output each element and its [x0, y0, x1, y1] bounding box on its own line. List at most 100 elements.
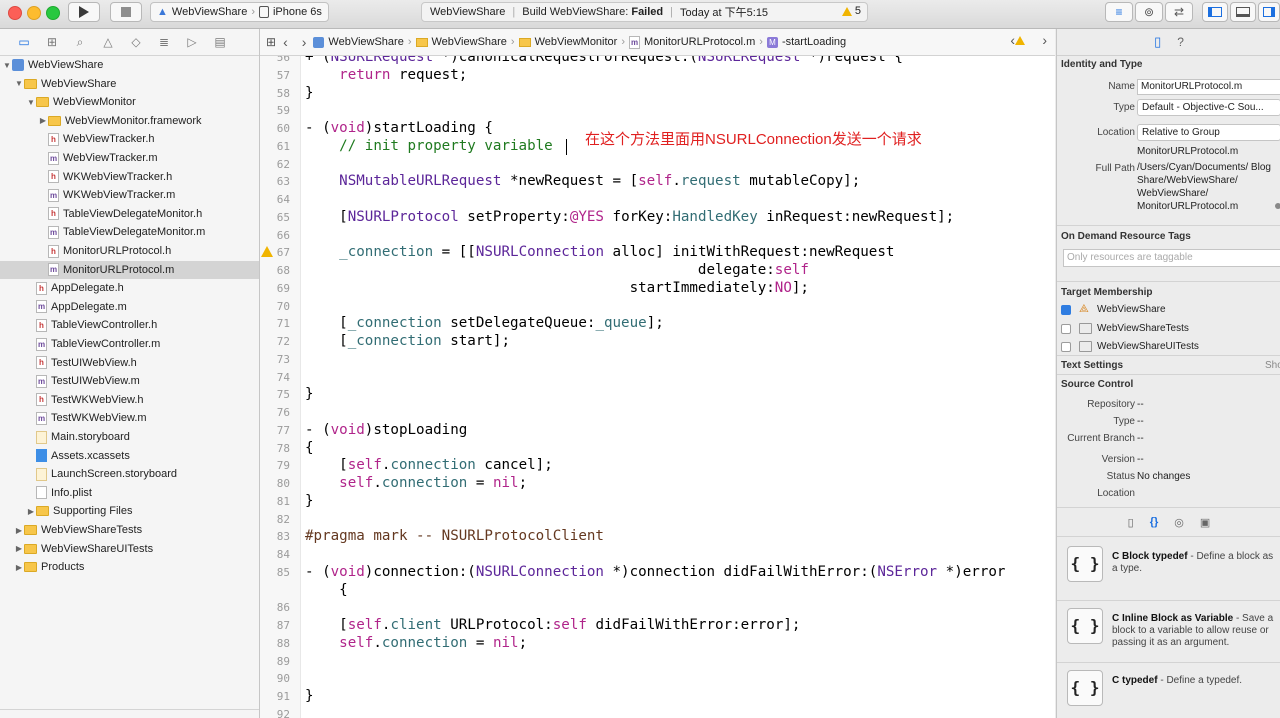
file-icon[interactable]: ▯	[1154, 34, 1161, 50]
tree-item[interactable]: h AppDelegate.h	[0, 279, 259, 297]
source-editor[interactable]: 56 57 58 59 60 61 62 63 64 65 66 67 68 69 70 71 72 73 74 75…	[260, 56, 1055, 718]
code-token: - (	[305, 563, 331, 580]
code-snippet-icon[interactable]: {}	[1150, 516, 1159, 528]
issue-icon[interactable]: △	[100, 35, 116, 49]
grid-icon[interactable]: ⊞	[266, 35, 276, 49]
tree-item[interactable]: ▶ WebViewShareTests	[0, 521, 259, 539]
object-library-icon[interactable]: ◎	[1174, 516, 1184, 529]
toggle-debug-button[interactable]	[1230, 2, 1256, 22]
line-number: 83	[276, 530, 290, 544]
disclosure-closed-icon[interactable]: ▶	[14, 563, 24, 572]
line-number: 81	[276, 494, 290, 508]
tree-item[interactable]: h MonitorURLProtocol.h	[0, 242, 259, 260]
disclosure-closed-icon[interactable]: ▶	[14, 526, 24, 535]
report-icon[interactable]: ▤	[212, 35, 228, 49]
code-line: {	[305, 440, 314, 456]
run-button[interactable]	[68, 2, 100, 22]
media-library-icon[interactable]: ▣	[1200, 516, 1210, 529]
tree-item[interactable]: Assets.xcassets	[0, 447, 259, 465]
tree-item[interactable]: m AppDelegate.m	[0, 298, 259, 316]
code-token: NSURLProtocol	[347, 208, 459, 225]
tree-item[interactable]: ▶ Supporting Files	[0, 502, 259, 520]
breadcrumb-item[interactable]: WebViewShare	[432, 36, 507, 48]
tree-item[interactable]: ▶ Products	[0, 558, 259, 576]
back-arrow-icon[interactable]: ‹	[283, 34, 288, 50]
tree-item[interactable]: ▶ WebViewShareUITests	[0, 540, 259, 558]
tree-item[interactable]: ▼ WebViewShare	[0, 75, 259, 93]
tree-item[interactable]: m TableViewController.m	[0, 335, 259, 353]
warning-badge[interactable]: 5	[841, 5, 861, 17]
toggle-inspector-button[interactable]	[1258, 2, 1280, 22]
tree-item[interactable]: h WKWebViewTracker.h	[0, 168, 259, 186]
target-checkbox[interactable]	[1061, 342, 1071, 352]
tree-item[interactable]: Main.storyboard	[0, 428, 259, 446]
type-popup[interactable]: Default - Objective-C Sou...	[1137, 99, 1280, 116]
target-checkbox[interactable]	[1061, 323, 1071, 334]
reveal-arrow-icon[interactable]	[1275, 203, 1280, 209]
tree-item[interactable]: m TableViewDelegateMonitor.m	[0, 223, 259, 241]
debug-icon[interactable]: ≣	[156, 35, 172, 49]
breadcrumb-item[interactable]: -startLoading	[782, 36, 846, 48]
standard-editor-button[interactable]: ≡	[1105, 2, 1133, 22]
app-target-icon: ⟁	[1079, 303, 1089, 315]
symbol-icon[interactable]: ⊞	[44, 35, 60, 49]
folder-icon[interactable]: ▭	[16, 35, 32, 49]
tree-item[interactable]: m WKWebViewTracker.m	[0, 186, 259, 204]
breadcrumb-item[interactable]: WebViewShare	[328, 36, 403, 48]
location-popup[interactable]: Relative to Group	[1137, 124, 1280, 141]
test-icon[interactable]: ◇	[128, 35, 144, 49]
forward-arrow-icon[interactable]: ›	[302, 34, 307, 50]
tree-item[interactable]: Info.plist	[0, 484, 259, 502]
help-icon[interactable]: ?	[1177, 35, 1184, 49]
snippet-item[interactable]: { } C typedef - Define a typedef.	[1067, 668, 1277, 718]
tree-item[interactable]: LaunchScreen.storyboard	[0, 465, 259, 483]
version-editor-button[interactable]: ⇄	[1165, 2, 1193, 22]
next-issue-arrow-icon[interactable]: ›	[1042, 32, 1047, 48]
file-template-icon[interactable]: ▯	[1128, 516, 1134, 529]
breakpoint-icon[interactable]: ▷	[184, 35, 200, 49]
warning-gutter-icon[interactable]	[261, 246, 273, 257]
code-line: #pragma mark -- NSURLProtocolClient	[305, 528, 604, 544]
toggle-navigator-button[interactable]	[1202, 2, 1228, 22]
name-field[interactable]: MonitorURLProtocol.m	[1137, 79, 1280, 95]
tree-item[interactable]: m MonitorURLProtocol.m	[0, 260, 259, 279]
tree-item[interactable]: m TestUIWebView.m	[0, 372, 259, 390]
assistant-editor-button[interactable]: ⊚	[1135, 2, 1163, 22]
disclosure-closed-icon[interactable]: ▶	[14, 544, 24, 553]
scheme-selector[interactable]: ▲ WebViewShare › iPhone 6s	[150, 2, 329, 22]
tree-item[interactable]: h WebViewTracker.h	[0, 130, 259, 148]
jump-bar: ⊞ ‹ › WebViewShare › WebViewShare › WebViewM…	[260, 29, 1055, 56]
tree-item[interactable]: h TableViewDelegateMonitor.h	[0, 205, 259, 223]
tree-item[interactable]: ▼ WebViewShare	[0, 56, 259, 74]
tree-item[interactable]: h TestWKWebView.h	[0, 391, 259, 409]
minimize-window-button[interactable]	[27, 6, 41, 20]
disclosure-open-icon[interactable]: ▼	[2, 61, 12, 70]
breadcrumb-item[interactable]: WebViewMonitor	[535, 36, 618, 48]
stop-button[interactable]	[110, 2, 142, 22]
disclosure-open-icon[interactable]: ▼	[26, 98, 36, 107]
tree-item[interactable]: m TestWKWebView.m	[0, 409, 259, 427]
tree-item[interactable]: h TableViewController.h	[0, 316, 259, 334]
disclosure-closed-icon[interactable]: ▶	[38, 116, 48, 125]
tree-item[interactable]: h TestUIWebView.h	[0, 354, 259, 372]
disclosure-closed-icon[interactable]: ▶	[26, 507, 36, 516]
zoom-window-button[interactable]	[46, 6, 60, 20]
tree-item-label: TableViewController.m	[51, 338, 161, 350]
snippet-item[interactable]: { } C Inline Block as Variable - Save a b…	[1067, 606, 1277, 656]
snippet-item[interactable]: { } C Block typedef - Define a block as a…	[1067, 544, 1277, 594]
search-icon[interactable]: ⌕	[72, 35, 88, 50]
code-line: [_connection start];	[305, 333, 510, 349]
disclosure-open-icon[interactable]: ▼	[14, 79, 24, 88]
line-number: 56	[276, 56, 290, 64]
tree-item[interactable]: ▶ WebViewMonitor.framework	[0, 112, 259, 130]
target-checkbox[interactable]	[1061, 305, 1071, 315]
text-settings-show[interactable]: Show	[1265, 360, 1280, 371]
tags-field[interactable]: Only resources are taggable	[1063, 249, 1280, 267]
tree-item-label: TestUIWebView.m	[51, 375, 140, 388]
close-window-button[interactable]	[8, 6, 22, 20]
tree-item[interactable]: ▼ WebViewMonitor	[0, 93, 259, 111]
breadcrumb-item[interactable]: MonitorURLProtocol.m	[644, 36, 755, 48]
warning-nav-icon[interactable]	[1015, 36, 1025, 45]
tree-item[interactable]: m WebViewTracker.m	[0, 149, 259, 167]
prev-issue-arrow-icon[interactable]: ‹	[1010, 32, 1015, 48]
